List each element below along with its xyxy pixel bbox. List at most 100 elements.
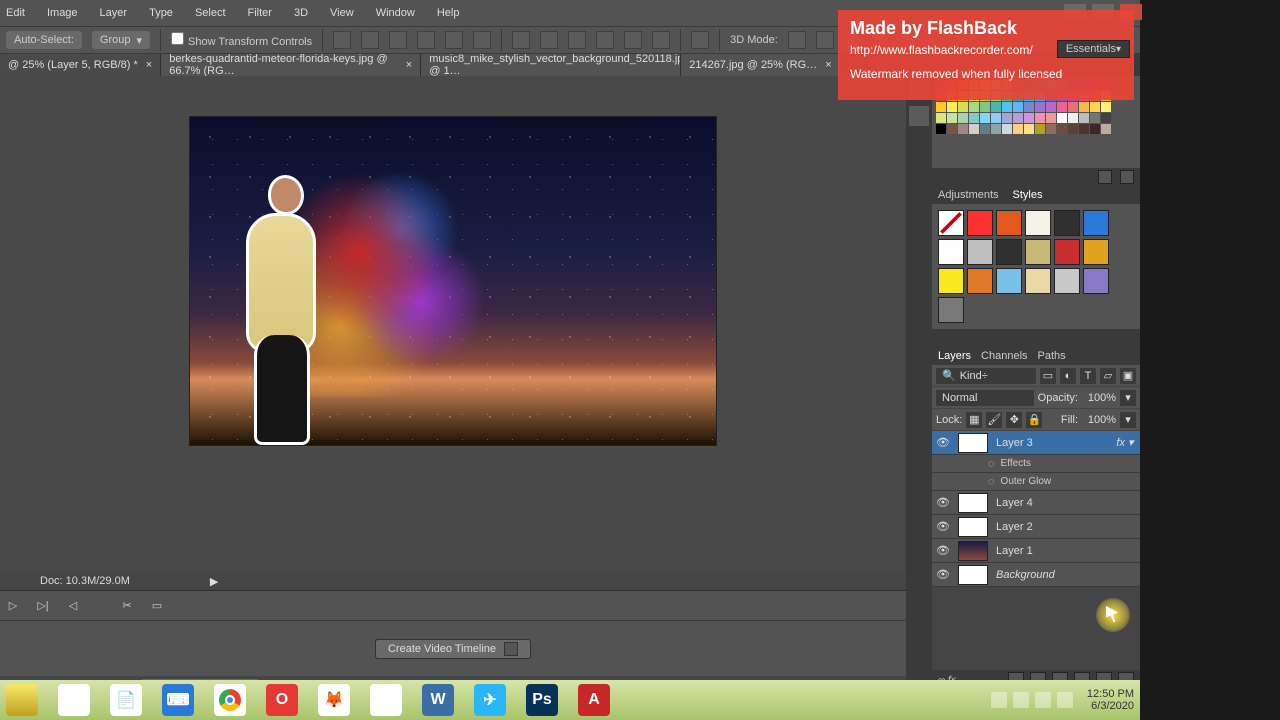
distribute-icon[interactable] [540, 31, 558, 49]
document-tab[interactable]: @ 25% (Layer 5, RGB/8) *× [0, 54, 161, 76]
visibility-icon[interactable]: 👁 [932, 496, 954, 509]
filter-smart-icon[interactable]: ▣ [1120, 368, 1136, 384]
styles-tab[interactable]: Styles [1013, 189, 1043, 201]
close-tab-icon[interactable]: × [825, 59, 831, 71]
swatch[interactable] [947, 102, 957, 112]
swatch[interactable] [980, 102, 990, 112]
swatch[interactable] [1013, 124, 1023, 134]
distribute-icon[interactable] [568, 31, 586, 49]
swatch[interactable] [1035, 124, 1045, 134]
menu-image[interactable]: Image [47, 7, 78, 19]
swatch[interactable] [1024, 113, 1034, 123]
tray-icon[interactable] [1013, 692, 1029, 708]
visibility-icon[interactable]: 👁 [932, 544, 954, 557]
taskbar-app[interactable]: O [266, 684, 298, 716]
swatch[interactable] [1079, 113, 1089, 123]
swatch[interactable] [1068, 113, 1078, 123]
style-preset[interactable] [938, 297, 964, 323]
style-preset[interactable] [967, 268, 993, 294]
swatch[interactable] [991, 113, 1001, 123]
swatch[interactable] [958, 102, 968, 112]
layer-effect[interactable]: ◌Outer Glow [932, 473, 1140, 491]
opacity-value[interactable]: 100% [1082, 392, 1116, 404]
group-dropdown[interactable]: Group ▾ [92, 31, 150, 49]
lock-pixels-icon[interactable]: 🖌 [986, 412, 1002, 428]
taskbar-app[interactable]: Ps [526, 684, 558, 716]
menu-window[interactable]: Window [376, 7, 415, 19]
distribute-icon[interactable] [624, 31, 642, 49]
style-preset[interactable] [996, 239, 1022, 265]
menu-view[interactable]: View [330, 7, 354, 19]
channels-tab[interactable]: Channels [981, 350, 1027, 362]
menu-type[interactable]: Type [149, 7, 173, 19]
style-preset[interactable] [1083, 210, 1109, 236]
swatch[interactable] [936, 102, 946, 112]
swatch[interactable] [1079, 102, 1089, 112]
paths-tab[interactable]: Paths [1038, 350, 1066, 362]
filter-kind-dropdown[interactable]: 🔍 Kind ÷ [936, 368, 1036, 384]
swatch[interactable] [1046, 124, 1056, 134]
swatch[interactable] [1101, 113, 1111, 123]
swatch[interactable] [1046, 113, 1056, 123]
style-preset[interactable] [938, 268, 964, 294]
swatch[interactable] [1057, 113, 1067, 123]
filter-pixel-icon[interactable]: ▭ [1040, 368, 1056, 384]
swatch[interactable] [936, 124, 946, 134]
swatch[interactable] [1013, 102, 1023, 112]
menu-select[interactable]: Select [195, 7, 226, 19]
taskbar-app[interactable] [214, 684, 246, 716]
menu-edit[interactable]: Edit [6, 7, 25, 19]
adjustments-tab[interactable]: Adjustments [938, 189, 999, 201]
swatch[interactable] [1090, 102, 1100, 112]
swatch[interactable] [1046, 102, 1056, 112]
mode3d-icon[interactable] [816, 31, 834, 49]
style-preset[interactable] [996, 210, 1022, 236]
align-icon[interactable] [417, 31, 435, 49]
transition-icon[interactable]: ▭ [148, 597, 166, 615]
delete-swatch-icon[interactable] [1120, 170, 1134, 184]
document-tab[interactable]: 214267.jpg @ 25% (RG…× [681, 54, 840, 76]
document-tab[interactable]: music8_mike_stylish_vector_background_52… [421, 54, 681, 76]
taskbar-app[interactable]: W [422, 684, 454, 716]
visibility-icon[interactable]: 👁 [932, 568, 954, 581]
lock-transparent-icon[interactable]: ▦ [966, 412, 982, 428]
style-preset[interactable] [1083, 268, 1109, 294]
swatch[interactable] [1002, 124, 1012, 134]
taskbar-app[interactable]: A [578, 684, 610, 716]
style-preset[interactable] [1054, 239, 1080, 265]
swatch[interactable] [1057, 124, 1067, 134]
collapsed-panel-icon[interactable] [909, 106, 929, 126]
swatch[interactable] [1013, 113, 1023, 123]
swatch[interactable] [1090, 113, 1100, 123]
swatch[interactable] [980, 124, 990, 134]
style-preset[interactable] [1025, 268, 1051, 294]
menu-3d[interactable]: 3D [294, 7, 308, 19]
taskbar-app[interactable]: 📄 [110, 684, 142, 716]
volume-icon[interactable] [1057, 692, 1073, 708]
taskbar-app[interactable]: 🦊 [318, 684, 350, 716]
mode3d-icon[interactable] [788, 31, 806, 49]
filter-shape-icon[interactable]: ▱ [1100, 368, 1116, 384]
style-preset[interactable] [1025, 210, 1051, 236]
style-preset[interactable] [1054, 268, 1080, 294]
taskbar-app[interactable]: Y [370, 684, 402, 716]
swatch[interactable] [947, 113, 957, 123]
show-transform-checkbox[interactable]: Show Transform Controls [171, 32, 312, 48]
styles-grid[interactable] [932, 204, 1140, 329]
create-video-timeline-button[interactable]: Create Video Timeline [375, 639, 531, 659]
style-none[interactable] [938, 210, 964, 236]
swatch[interactable] [1090, 124, 1100, 134]
swatch[interactable] [1002, 113, 1012, 123]
layer-row[interactable]: 👁Background [932, 563, 1140, 587]
align-icon[interactable] [389, 31, 407, 49]
step-back-icon[interactable]: ◁ [64, 597, 82, 615]
menu-help[interactable]: Help [437, 7, 460, 19]
layer-row[interactable]: 👁Layer 4 [932, 491, 1140, 515]
align-icon[interactable] [333, 31, 351, 49]
layers-tab[interactable]: Layers [938, 350, 971, 362]
style-preset[interactable] [1025, 239, 1051, 265]
swatch[interactable] [1101, 124, 1111, 134]
close-tab-icon[interactable]: × [146, 59, 152, 71]
tray-icon[interactable] [1035, 692, 1051, 708]
layer-row[interactable]: 👁Layer 3fx ▾ [932, 431, 1140, 455]
